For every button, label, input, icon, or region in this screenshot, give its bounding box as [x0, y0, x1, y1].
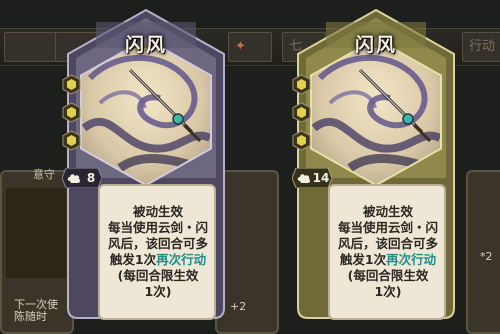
effect-line: 触发1次再次行动 [100, 252, 216, 268]
background-card-fragment: +2 [230, 300, 247, 313]
card-flash-wind-purple[interactable]: 闪风 8 被动生效 每当使用云剑・闪 风后，该回合可多 触发1次再次行动 (每回… [60, 8, 232, 321]
top-slot-mid-icon: ✦ [228, 32, 272, 62]
top-slot-left [4, 32, 58, 62]
qi-cost-value: 8 [86, 171, 96, 185]
effect-line-prefix: 触发1次 [339, 252, 387, 267]
card-title: 闪风 [354, 34, 397, 56]
hexagon-gem-icon [62, 74, 81, 95]
effect-line: 风后，该回合可多 [337, 236, 438, 251]
effect-line: 每当使用云剑・闪 [107, 220, 208, 235]
background-card-label: 意守 [33, 168, 55, 181]
hexagon-gem-icon [292, 102, 311, 123]
effect-line: 1次) [374, 284, 402, 299]
effect-line: 风后，该回合可多 [107, 236, 208, 251]
qi-cloud-icon [67, 174, 81, 183]
effect-header: 被动生效 [362, 204, 413, 219]
card-title: 闪风 [124, 34, 167, 56]
hexagon-gem-icon [292, 130, 311, 151]
hexagon-gem-icon [62, 130, 81, 151]
hexagon-gem-icon [62, 102, 81, 123]
effect-line: 触发1次再次行动 [330, 252, 446, 268]
effect-description: 被动生效 每当使用云剑・闪 风后，该回合可多 触发1次再次行动 (每回合限生效 … [330, 204, 446, 300]
qi-cost-value: 14 [312, 171, 330, 185]
qi-cost-badge: 8 [62, 168, 102, 188]
effect-line: (每回合限生效 [117, 268, 199, 283]
effect-keyword-again-action[interactable]: 再次行动 [156, 252, 206, 267]
qi-cloud-icon [297, 174, 311, 183]
effect-line: 每当使用云剑・闪 [337, 220, 438, 235]
qi-cost-badge: 14 [292, 168, 332, 188]
background-card-text-2: 陈随时 [14, 310, 47, 323]
hexagon-gem-icon [292, 74, 311, 95]
effect-line-prefix: 触发1次 [109, 252, 157, 267]
background-card-fragment-2: *2 [480, 250, 493, 263]
effect-line: 1次) [144, 284, 172, 299]
effect-keyword-again-action[interactable]: 再次行动 [386, 252, 436, 267]
background-card-art [6, 188, 66, 278]
effect-description: 被动生效 每当使用云剑・闪 风后，该回合可多 触发1次再次行动 (每回合限生效 … [100, 204, 216, 300]
effect-header: 被动生效 [132, 204, 183, 219]
card-flash-wind-gold[interactable]: 闪风 14 被动生效 每当使用云剑・闪 风后，该回合可多 触发1次再次行动 (每… [290, 8, 462, 321]
top-slot-right: 行动 [462, 32, 500, 62]
effect-line: (每回合限生效 [347, 268, 429, 283]
